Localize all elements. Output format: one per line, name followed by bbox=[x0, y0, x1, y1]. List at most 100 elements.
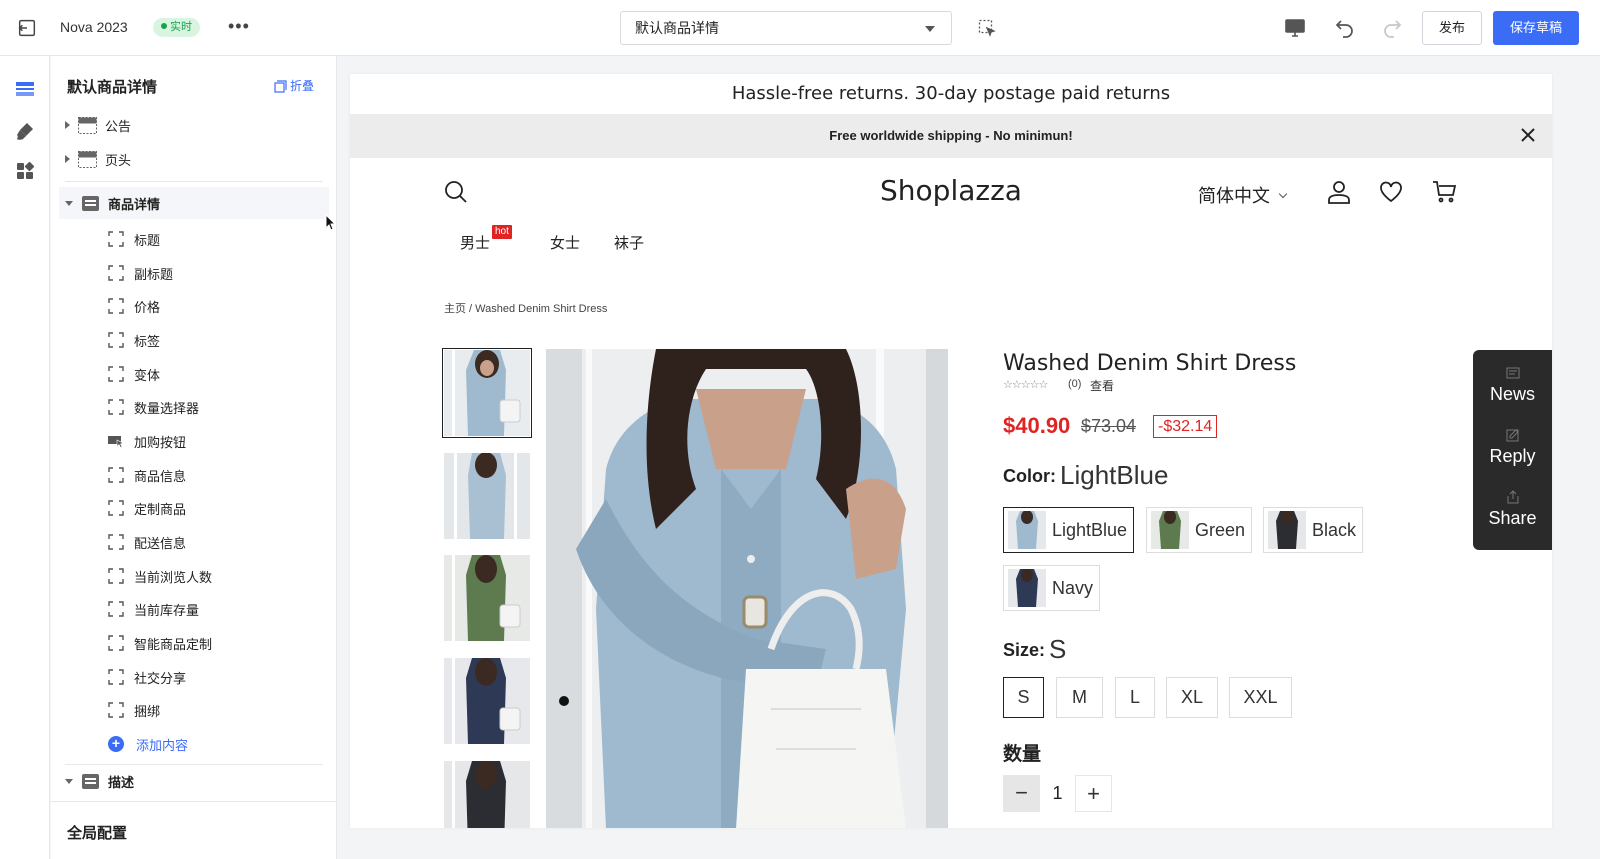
desktop-preview-icon[interactable] bbox=[1283, 16, 1307, 40]
block-bracket-icon bbox=[108, 534, 124, 550]
size-xl-button[interactable]: XL bbox=[1166, 677, 1218, 718]
size-l-button[interactable]: L bbox=[1115, 677, 1155, 718]
block-item[interactable]: 当前浏览人数 bbox=[108, 560, 323, 592]
expand-icon[interactable] bbox=[65, 121, 70, 129]
share-button[interactable]: Share bbox=[1473, 490, 1552, 529]
color-option-label: Color: LightBlue bbox=[1003, 460, 1169, 490]
block-item[interactable]: 配送信息 bbox=[108, 526, 323, 558]
quantity-decrease-button[interactable]: − bbox=[1003, 775, 1040, 812]
block-bracket-icon bbox=[108, 467, 124, 483]
theme-brush-icon[interactable] bbox=[14, 120, 36, 142]
reply-button[interactable]: Reply bbox=[1473, 428, 1552, 467]
rating-stars: ☆☆☆☆☆ bbox=[1003, 379, 1048, 391]
shipping-banner[interactable]: Free worldwide shipping - No minimun! bbox=[350, 114, 1552, 158]
template-select[interactable]: 默认商品详情 bbox=[620, 11, 952, 45]
quantity-increase-button[interactable]: + bbox=[1075, 775, 1112, 812]
block-label: 标题 bbox=[134, 232, 161, 248]
block-item[interactable]: 当前库存量 bbox=[108, 593, 323, 625]
collapse-icon bbox=[274, 80, 287, 93]
swatch-label: Green bbox=[1195, 519, 1246, 540]
block-item[interactable]: 数量选择器 bbox=[108, 391, 323, 423]
collapse-section-icon[interactable] bbox=[65, 778, 73, 784]
color-swatch-green[interactable]: Green bbox=[1146, 507, 1253, 553]
news-label: News bbox=[1489, 384, 1535, 404]
block-item[interactable]: 副标题 bbox=[108, 257, 323, 289]
nav-men[interactable]: 男士 bbox=[460, 232, 490, 253]
divider bbox=[65, 181, 323, 182]
color-swatch-black[interactable]: Black bbox=[1263, 507, 1364, 553]
more-menu-button[interactable]: ••• bbox=[228, 16, 250, 37]
template-select-value: 默认商品详情 bbox=[635, 20, 719, 36]
close-icon[interactable] bbox=[1520, 127, 1536, 143]
save-draft-button[interactable]: 保存草稿 bbox=[1493, 11, 1579, 45]
thumbnail-black[interactable] bbox=[444, 761, 530, 828]
collapse-all-button[interactable]: 折叠 bbox=[274, 77, 314, 94]
cart-icon[interactable] bbox=[1432, 180, 1456, 204]
breadcrumb[interactable]: 主页 / Washed Denim Shirt Dress bbox=[444, 300, 607, 316]
section-product-detail[interactable]: 商品详情 bbox=[59, 187, 329, 219]
section-announcement[interactable]: 公告 bbox=[65, 109, 325, 141]
block-item[interactable]: 智能商品定制 bbox=[108, 627, 323, 659]
live-status-badge: 实时 bbox=[153, 18, 200, 37]
size-option-label: Size: S bbox=[1003, 634, 1067, 664]
exit-icon[interactable] bbox=[16, 17, 38, 39]
thumbnail-green[interactable] bbox=[444, 555, 530, 641]
block-bracket-icon bbox=[108, 399, 124, 415]
global-settings-row[interactable]: 全局配置 bbox=[51, 801, 336, 859]
apps-icon[interactable] bbox=[14, 160, 36, 182]
expand-icon[interactable] bbox=[65, 155, 70, 163]
block-item[interactable]: 价格 bbox=[108, 290, 323, 322]
section-description[interactable]: 描述 bbox=[65, 765, 325, 797]
nav-socks[interactable]: 袜子 bbox=[614, 232, 644, 253]
block-label: 副标题 bbox=[134, 266, 174, 282]
section-layout-icon bbox=[78, 116, 97, 134]
section-label: 描述 bbox=[108, 774, 135, 790]
size-m-button[interactable]: M bbox=[1056, 677, 1103, 718]
section-header[interactable]: 页头 bbox=[65, 143, 325, 175]
thumbnail-lightblue[interactable] bbox=[442, 348, 532, 438]
collapse-section-icon[interactable] bbox=[65, 200, 73, 206]
wishlist-heart-icon[interactable] bbox=[1379, 180, 1403, 204]
redo-icon[interactable] bbox=[1380, 16, 1404, 40]
block-item[interactable]: 标题 bbox=[108, 223, 323, 255]
sections-icon[interactable] bbox=[14, 78, 36, 100]
language-selector[interactable]: 简体中文 bbox=[1198, 182, 1288, 208]
color-swatch-lightblue[interactable]: LightBlue bbox=[1003, 507, 1135, 553]
store-logo[interactable]: Shoplazza bbox=[350, 174, 1552, 207]
thumbnail-lightblue-2[interactable] bbox=[444, 453, 530, 539]
block-item[interactable]: 社交分享 bbox=[108, 661, 323, 693]
element-picker-icon[interactable] bbox=[978, 19, 996, 37]
block-label: 捆绑 bbox=[134, 703, 161, 719]
product-main-image[interactable] bbox=[546, 349, 948, 828]
block-bracket-icon bbox=[108, 635, 124, 651]
quantity-value[interactable]: 1 bbox=[1040, 775, 1075, 812]
block-bracket-icon bbox=[108, 332, 124, 348]
block-item[interactable]: 定制商品 bbox=[108, 492, 323, 524]
color-swatch-navy[interactable]: Navy bbox=[1003, 565, 1101, 611]
thumbnail-navy[interactable] bbox=[444, 658, 530, 744]
block-item[interactable]: 捆绑 bbox=[108, 694, 323, 726]
account-icon[interactable] bbox=[1327, 180, 1351, 204]
block-item[interactable]: 商品信息 bbox=[108, 459, 323, 491]
add-to-cart-block-icon bbox=[108, 436, 124, 448]
size-s-button[interactable]: S bbox=[1003, 677, 1044, 718]
undo-icon[interactable] bbox=[1333, 16, 1357, 40]
product-photo-thumb bbox=[444, 761, 530, 828]
publish-button[interactable]: 发布 bbox=[1422, 11, 1482, 45]
announcement-bar[interactable]: Hassle-free returns. 30-day postage paid… bbox=[350, 74, 1552, 114]
chevron-down-icon bbox=[1278, 189, 1288, 199]
swatch-label: Navy bbox=[1052, 577, 1094, 598]
nav-women[interactable]: 女士 bbox=[550, 232, 580, 253]
language-label: 简体中文 bbox=[1198, 186, 1270, 206]
block-bracket-icon bbox=[108, 601, 124, 617]
size-xxl-button[interactable]: XXL bbox=[1229, 677, 1292, 718]
hot-badge: hot bbox=[492, 225, 512, 239]
live-dot-icon bbox=[161, 23, 167, 29]
selected-color: LightBlue bbox=[1060, 460, 1169, 490]
block-item[interactable]: 加购按钮 bbox=[108, 425, 323, 457]
block-item[interactable]: 变体 bbox=[108, 358, 323, 390]
view-reviews-link[interactable]: 查看 bbox=[1090, 377, 1114, 394]
news-button[interactable]: News bbox=[1473, 366, 1552, 405]
add-content-button[interactable]: + 添加内容 bbox=[108, 728, 323, 760]
block-item[interactable]: 标签 bbox=[108, 324, 323, 356]
